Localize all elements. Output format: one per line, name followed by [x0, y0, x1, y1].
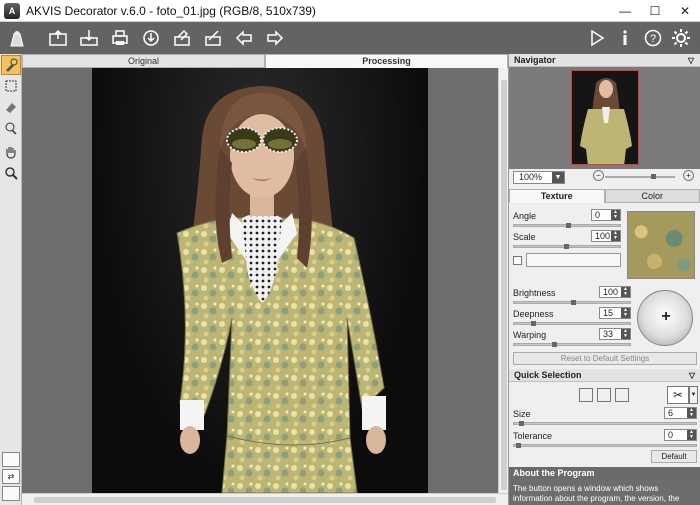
- selection-new-icon[interactable]: [579, 388, 593, 402]
- selection-rect-icon[interactable]: [1, 76, 21, 96]
- quick-selection-header[interactable]: Quick Selection ▽: [509, 369, 700, 382]
- view-tabs: Original Processing: [22, 54, 508, 68]
- processed-photo: [92, 68, 428, 493]
- load-settings-icon[interactable]: [169, 25, 195, 51]
- minimize-button[interactable]: —: [610, 0, 640, 22]
- angle-input[interactable]: 0 ▲ ▼: [591, 209, 621, 221]
- light-direction-dial[interactable]: +: [637, 290, 693, 346]
- texture-name-field[interactable]: [526, 253, 621, 267]
- decorator-logo-icon: [4, 25, 30, 51]
- zoom-select[interactable]: 100% ▼: [513, 170, 565, 184]
- spinner-icon[interactable]: ▲ ▼: [687, 408, 696, 418]
- texture-checkbox[interactable]: [513, 256, 522, 265]
- tools-panel: ⇄: [0, 54, 22, 505]
- zoom-in-button[interactable]: +: [683, 170, 694, 181]
- horizontal-scrollbar[interactable]: [22, 493, 508, 505]
- size-label: Size: [513, 409, 531, 419]
- chevron-down-icon[interactable]: ▼: [689, 386, 698, 404]
- spinner-icon[interactable]: ▲ ▼: [687, 430, 696, 440]
- tab-texture[interactable]: Texture: [509, 189, 605, 203]
- collapse-triangle-icon[interactable]: ▽: [688, 54, 694, 67]
- spinner-icon[interactable]: ▲ ▼: [611, 231, 620, 241]
- help-icon[interactable]: ?: [640, 25, 666, 51]
- app-logo-icon: A: [4, 2, 20, 19]
- window-title: AKVIS Decorator v.6.0 - foto_01.jpg (RGB…: [26, 3, 316, 18]
- texture-brush-icon[interactable]: [1, 55, 21, 75]
- reset-default-button[interactable]: Reset to Default Settings: [513, 352, 697, 365]
- eraser-icon[interactable]: [1, 97, 21, 117]
- warping-label: Warping: [513, 330, 547, 340]
- deepness-label: Deepness: [513, 309, 554, 319]
- tolerance-input[interactable]: 0 ▲ ▼: [664, 429, 697, 441]
- redo-icon[interactable]: [262, 25, 288, 51]
- foreground-color-icon[interactable]: [2, 486, 20, 501]
- background-color-icon[interactable]: [2, 452, 20, 467]
- navigator-preview[interactable]: [509, 67, 700, 169]
- texture-swatch[interactable]: [627, 211, 695, 279]
- image-canvas[interactable]: [22, 68, 498, 493]
- brightness-slider[interactable]: [513, 300, 631, 305]
- save-settings-icon[interactable]: [200, 25, 226, 51]
- info-icon[interactable]: [612, 25, 638, 51]
- size-slider[interactable]: [513, 421, 697, 426]
- tab-color[interactable]: Color: [604, 189, 700, 203]
- tab-processing[interactable]: Processing: [265, 54, 508, 68]
- zoom-icon[interactable]: [1, 163, 21, 183]
- tolerance-slider[interactable]: [513, 443, 697, 448]
- scale-input[interactable]: 100 ▲ ▼: [591, 230, 621, 242]
- warping-input[interactable]: 33 ▲ ▼: [599, 328, 631, 340]
- selection-add-icon[interactable]: [597, 388, 611, 402]
- settings-panel: Navigator ▽ 100% ▼ − + Texture Color Ang…: [508, 54, 700, 505]
- zoom-slider[interactable]: [605, 174, 675, 179]
- dial-crosshair: +: [661, 308, 671, 325]
- navigator-header[interactable]: Navigator ▽: [509, 54, 700, 67]
- spinner-icon[interactable]: ▲ ▼: [621, 329, 630, 339]
- deepness-input[interactable]: 15 ▲ ▼: [599, 307, 631, 319]
- deepness-slider[interactable]: [513, 321, 631, 326]
- print-icon[interactable]: [107, 25, 133, 51]
- tolerance-label: Tolerance: [513, 431, 553, 441]
- share-icon[interactable]: [138, 25, 164, 51]
- vertical-scrollbar[interactable]: [498, 68, 508, 493]
- warping-slider[interactable]: [513, 342, 631, 347]
- maximize-button[interactable]: ☐: [640, 0, 670, 22]
- swap-view-icon[interactable]: ⇄: [2, 469, 20, 484]
- zoom-out-button[interactable]: −: [593, 170, 604, 181]
- spinner-icon[interactable]: ▲ ▼: [621, 287, 630, 297]
- about-text: The button opens a window which shows in…: [509, 479, 700, 505]
- color-picker-icon[interactable]: [1, 118, 21, 138]
- spinner-icon[interactable]: ▲ ▼: [621, 308, 630, 318]
- save-icon[interactable]: [76, 25, 102, 51]
- scale-label: Scale: [513, 232, 536, 242]
- close-button[interactable]: ✕: [670, 0, 700, 22]
- title-bar: A AKVIS Decorator v.6.0 - foto_01.jpg (R…: [0, 0, 700, 22]
- settings-icon[interactable]: [668, 25, 694, 51]
- angle-label: Angle: [513, 211, 537, 221]
- size-input[interactable]: 6 ▲ ▼: [664, 407, 697, 419]
- scale-slider[interactable]: [513, 244, 621, 249]
- scissors-icon[interactable]: ✂: [667, 386, 689, 404]
- about-header: About the Program: [509, 467, 700, 479]
- undo-icon[interactable]: [231, 25, 257, 51]
- svg-text:?: ?: [650, 33, 656, 45]
- default-button[interactable]: Default: [651, 450, 697, 463]
- run-icon[interactable]: [584, 25, 610, 51]
- brightness-input[interactable]: 100 ▲ ▼: [599, 286, 631, 298]
- spinner-icon[interactable]: ▲ ▼: [611, 210, 620, 220]
- angle-slider[interactable]: [513, 223, 621, 228]
- brightness-label: Brightness: [513, 288, 556, 298]
- hand-icon[interactable]: [1, 142, 21, 162]
- chevron-down-icon: ▼: [552, 171, 564, 183]
- tab-original[interactable]: Original: [22, 54, 265, 68]
- collapse-triangle-icon[interactable]: ▽: [689, 369, 695, 382]
- zoom-row: 100% ▼ − +: [509, 169, 700, 185]
- open-icon[interactable]: [45, 25, 71, 51]
- selection-subtract-icon[interactable]: [615, 388, 629, 402]
- navigator-thumbnail[interactable]: [571, 70, 639, 165]
- texture-color-tabs: Texture Color: [509, 189, 700, 203]
- main-toolbar: ?: [0, 22, 700, 54]
